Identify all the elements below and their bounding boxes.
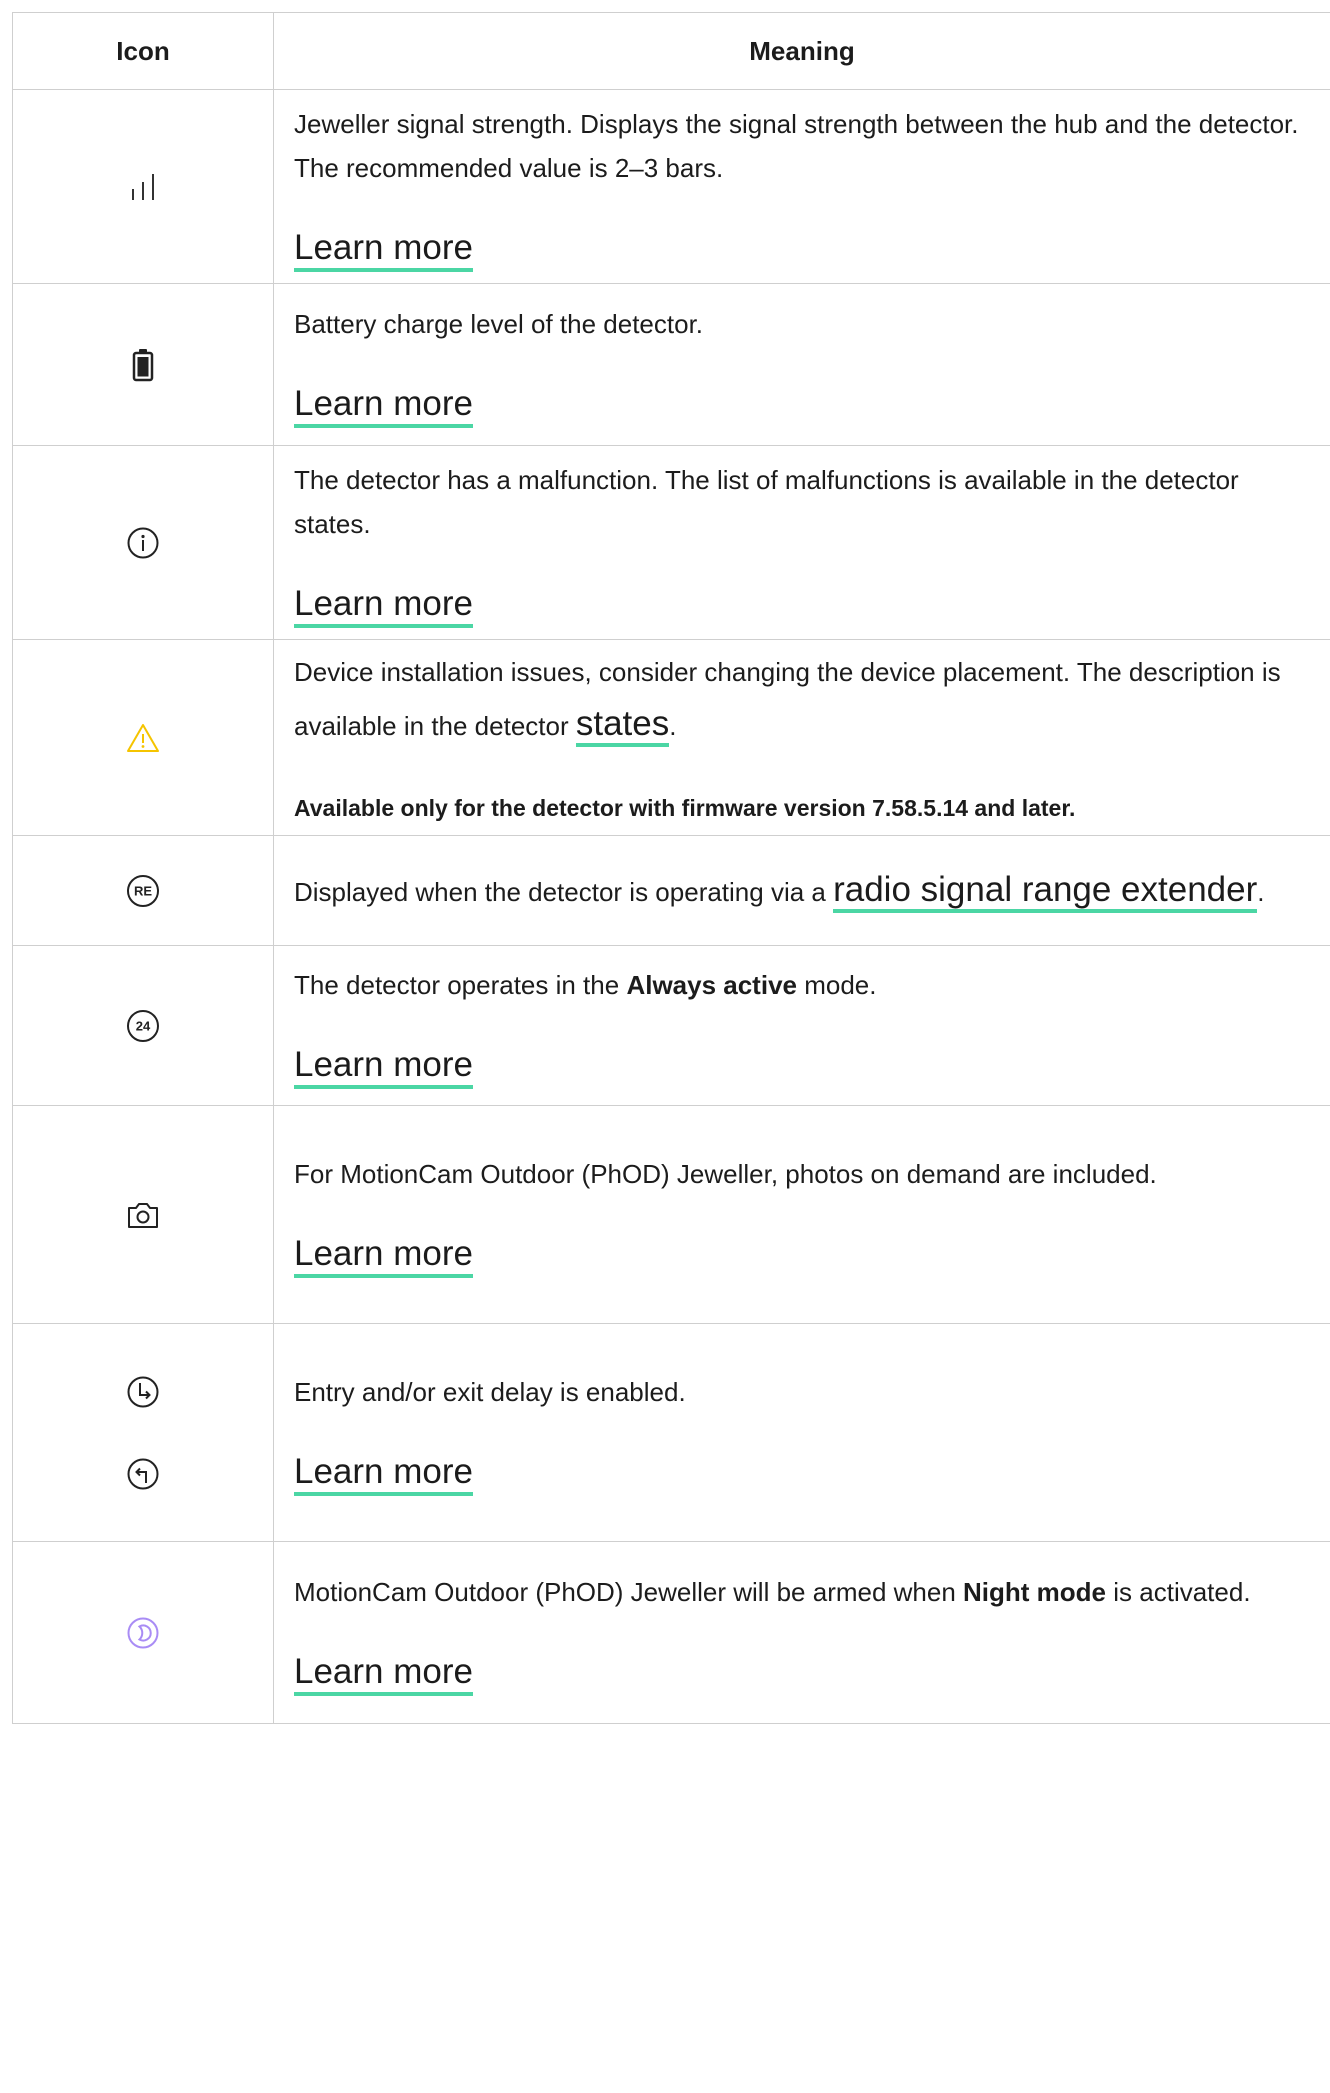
table-header-row: Icon Meaning xyxy=(13,13,1330,90)
icons-table: Icon Meaning Jeweller signal strength. D… xyxy=(12,12,1330,1724)
table-row: For MotionCam Outdoor (PhOD) Jeweller, p… xyxy=(13,1106,1330,1324)
row-text: The detector has a malfunction. The list… xyxy=(294,458,1310,546)
row-text: Displayed when the detector is operating… xyxy=(294,877,833,907)
learn-more-link[interactable]: Learn more xyxy=(294,1652,473,1696)
range-extender-link[interactable]: radio signal range extender xyxy=(833,870,1257,913)
table-row: Battery charge level of the detector. Le… xyxy=(13,284,1330,446)
table-row: Entry and/or exit delay is enabled. Lear… xyxy=(13,1324,1330,1542)
exit-delay-icon xyxy=(125,1456,161,1492)
info-circle-icon xyxy=(126,526,160,560)
re-circle-icon: RE xyxy=(125,873,161,909)
row-text: Battery charge level of the detector. xyxy=(294,302,1310,346)
table-row: Jeweller signal strength. Displays the s… xyxy=(13,90,1330,284)
row-text-end: . xyxy=(669,711,676,741)
learn-more-link[interactable]: Learn more xyxy=(294,384,473,428)
signal-strength-icon xyxy=(128,172,158,202)
row-text: Jeweller signal strength. Displays the s… xyxy=(294,102,1310,190)
row-text: The detector operates in the xyxy=(294,970,626,1000)
table-row: 24 The detector operates in the Always a… xyxy=(13,946,1330,1106)
header-meaning: Meaning xyxy=(274,13,1330,90)
entry-delay-icon xyxy=(125,1374,161,1410)
table-row: RE Displayed when the detector is operat… xyxy=(13,836,1330,946)
battery-icon xyxy=(132,348,154,382)
svg-text:24: 24 xyxy=(136,1018,151,1033)
firmware-note: Available only for the detector with fir… xyxy=(294,786,1310,830)
table-row: MotionCam Outdoor (PhOD) Jeweller will b… xyxy=(13,1542,1330,1724)
learn-more-link[interactable]: Learn more xyxy=(294,584,473,628)
row-text-end: is activated. xyxy=(1106,1577,1251,1607)
always-active-bold: Always active xyxy=(626,970,797,1000)
night-mode-bold: Night mode xyxy=(963,1577,1106,1607)
table-row: Device installation issues, consider cha… xyxy=(13,640,1330,836)
24-circle-icon: 24 xyxy=(125,1008,161,1044)
learn-more-link[interactable]: Learn more xyxy=(294,1234,473,1278)
svg-text:RE: RE xyxy=(134,883,152,898)
row-text-end: mode. xyxy=(797,970,877,1000)
learn-more-link[interactable]: Learn more xyxy=(294,1045,473,1089)
row-text: Entry and/or exit delay is enabled. xyxy=(294,1370,1310,1414)
table-row: The detector has a malfunction. The list… xyxy=(13,446,1330,640)
header-icon: Icon xyxy=(13,13,274,90)
row-text-end: . xyxy=(1257,877,1264,907)
night-mode-icon xyxy=(125,1615,161,1651)
row-text: MotionCam Outdoor (PhOD) Jeweller will b… xyxy=(294,1577,963,1607)
camera-icon xyxy=(125,1199,161,1231)
states-link[interactable]: states xyxy=(576,704,669,747)
row-text: For MotionCam Outdoor (PhOD) Jeweller, p… xyxy=(294,1152,1310,1196)
learn-more-link[interactable]: Learn more xyxy=(294,1452,473,1496)
row-text: Device installation issues, consider cha… xyxy=(294,657,1281,741)
learn-more-link[interactable]: Learn more xyxy=(294,228,473,272)
warning-triangle-icon xyxy=(125,722,161,754)
